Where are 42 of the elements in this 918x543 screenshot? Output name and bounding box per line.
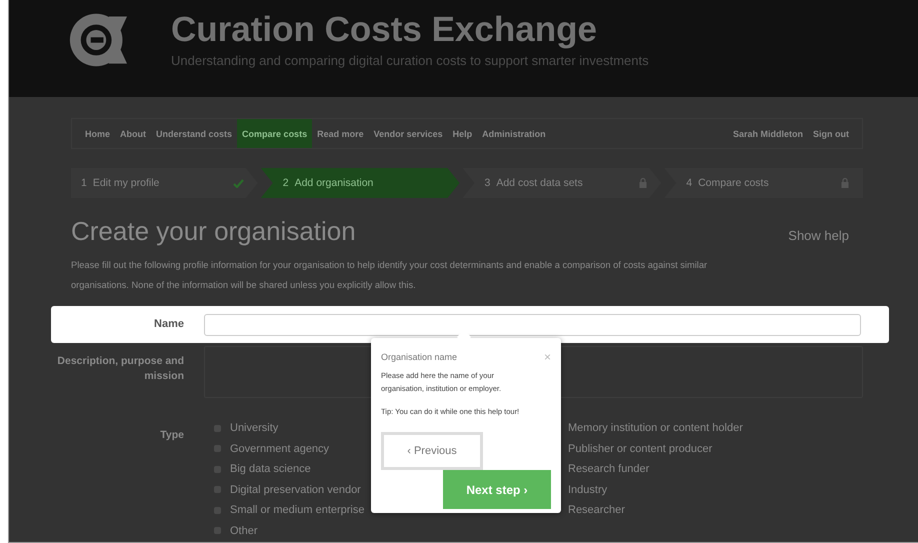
site-tagline: Understanding and comparing digital curation costs to support smarter investments [171,53,649,68]
show-help-link[interactable]: Show help [788,228,849,243]
nav-link[interactable]: Sarah Middleton [728,119,808,148]
lock-icon [841,178,849,188]
lock-icon [639,178,648,188]
field-label: Type [159,428,184,443]
page-heading: Create your organisation [71,216,357,247]
checkmark-icon [232,178,244,188]
site-title: Curation Costs Exchange [171,9,598,51]
popover-title: Organisation name [381,352,458,362]
nav-link[interactable]: Administration [477,119,551,148]
checkbox-label: Researcher [568,504,625,516]
checkbox-label: Memory institution or content holder [568,422,743,434]
field-label: Description, purpose and mission [56,354,184,384]
next-step-button[interactable]: Next step › [443,470,551,509]
checkbox-label: Digital preservation vendor [230,484,361,496]
nav-link[interactable]: Vendor services [368,119,448,148]
close-button[interactable]: × [544,351,551,363]
checkbox-label: Big data science [230,463,311,476]
checkbox-label: Small or medium enterprise [230,504,364,516]
wizard-step[interactable]: 4 Compare costs [664,168,863,198]
intro-paragraph: Please fill out the following profile information for your organisation to help identify your cost determinants and enable a comparison of costs against similar organisations. None of the information will be shared unless you explicitly allow this. [71,259,708,292]
nav-link[interactable]: Read more [312,119,369,148]
checkbox-label: Government agency [230,442,330,455]
nav-link[interactable]: Understand costs [151,119,238,148]
wizard-step[interactable]: 2 Add organisation [260,168,460,198]
nav-link[interactable]: Help [448,119,478,148]
checkbox-label: University [230,422,278,434]
wizard-step[interactable]: 3 Add cost data sets [462,168,662,198]
previous-button[interactable]: ‹ Previous [381,432,483,470]
nav-link[interactable]: Compare costs [237,119,312,148]
field-label: Name [153,317,184,332]
wizard-step[interactable]: 1 Edit my profile [71,168,258,198]
nav-link[interactable]: Sign out [808,119,854,148]
checkbox-label: Industry [568,484,608,496]
checkbox-label: Publisher or content producer [568,442,712,455]
checkbox-label: Research funder [568,463,650,476]
nav-link[interactable]: About [115,119,152,148]
checkbox-label: Other [230,524,258,537]
nav-link[interactable]: Home [80,119,116,148]
name-input[interactable] [204,314,861,336]
logo-icon [69,11,127,69]
